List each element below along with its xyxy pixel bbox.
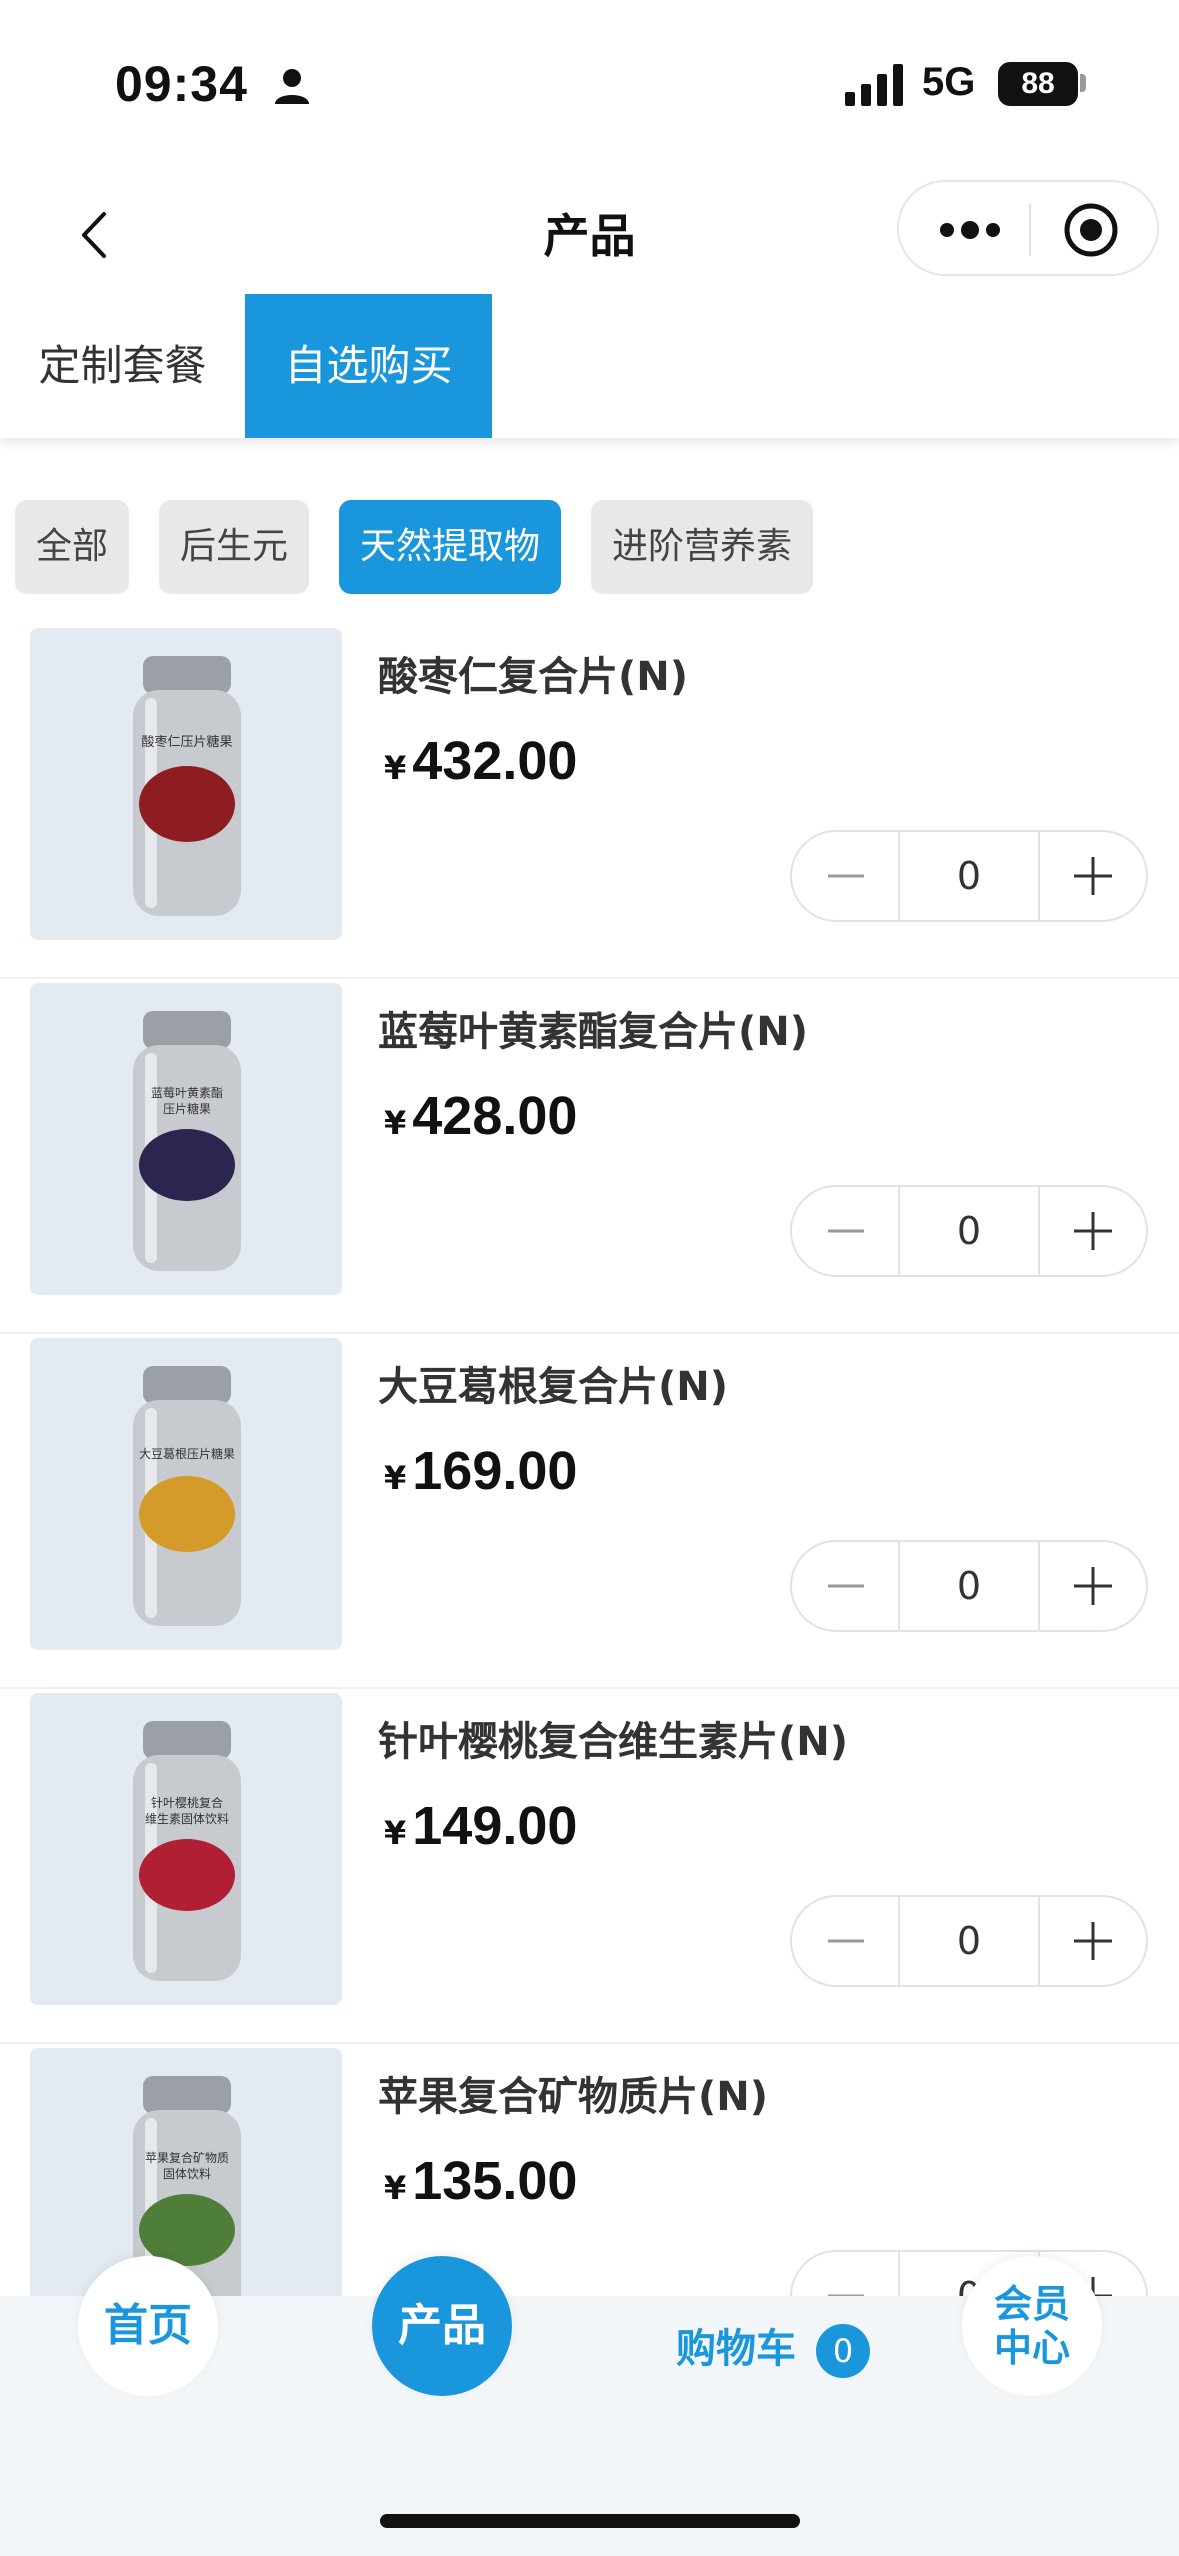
quantity-stepper: 0 — [790, 1185, 1148, 1277]
category-chips: 全部 后生元 天然提取物 进阶营养素 — [0, 500, 1179, 596]
tab-products[interactable]: 产品 — [372, 2256, 512, 2396]
price-value: 149.00 — [412, 1796, 578, 1856]
bottle-icon: 大豆葛根压片糖果 — [133, 1366, 241, 1626]
product-name: 酸枣仁复合片(N) — [378, 654, 689, 700]
quantity-stepper: 0 — [790, 1540, 1148, 1632]
product-name: 苹果复合矿物质片(N) — [378, 2074, 769, 2120]
price-value: 428.00 — [412, 1086, 578, 1146]
product-row: 蓝莓叶黄素酯 压片糖果 蓝莓叶黄素酯复合片(N) ¥428.00 0 — [0, 979, 1179, 1334]
product-list: 酸枣仁压片糖果 酸枣仁复合片(N) ¥432.00 0 蓝莓叶黄素酯 压片糖果 — [0, 620, 1179, 2296]
price-value: 169.00 — [412, 1441, 578, 1501]
plus-icon[interactable] — [1040, 1542, 1146, 1630]
close-target-icon[interactable] — [1061, 200, 1121, 260]
product-row: 大豆葛根压片糖果 大豆葛根复合片(N) ¥169.00 0 — [0, 1334, 1179, 1689]
tab-custom-package[interactable]: 定制套餐 — [0, 294, 245, 438]
chip-all[interactable]: 全部 — [15, 500, 129, 594]
currency-symbol: ¥ — [384, 1814, 407, 1852]
minus-icon[interactable] — [792, 832, 898, 920]
plus-icon[interactable] — [1040, 832, 1146, 920]
bottle-icon: 针叶樱桃复合 维生素固体饮料 — [133, 1721, 241, 1981]
plus-icon[interactable] — [1040, 1187, 1146, 1275]
bottle-label-text: 固体饮料 — [163, 2167, 211, 2181]
product-name: 蓝莓叶黄素酯复合片(N) — [378, 1009, 809, 1055]
nav-bar: 产品 — [0, 170, 1179, 290]
bottle-label-text: 压片糖果 — [163, 1101, 211, 1116]
tab-home[interactable]: 首页 — [78, 2256, 218, 2396]
currency-symbol: ¥ — [384, 1459, 407, 1497]
product-image[interactable]: 针叶樱桃复合 维生素固体饮料 — [30, 1693, 342, 2005]
status-bar: 09:34 5G 88 — [0, 0, 1179, 170]
product-image[interactable]: 蓝莓叶黄素酯 压片糖果 — [30, 983, 342, 1295]
product-price: ¥149.00 — [384, 1795, 577, 1857]
minus-icon[interactable] — [792, 1897, 898, 1985]
product-image[interactable]: 大豆葛根压片糖果 — [30, 1338, 342, 1650]
capsule-divider — [1029, 204, 1031, 256]
tab-products-label: 产品 — [398, 2300, 486, 2351]
battery-icon: 88 — [998, 62, 1078, 106]
miniprogram-capsule — [897, 180, 1159, 276]
quantity-value[interactable]: 0 — [898, 832, 1040, 920]
bottle-icon: 酸枣仁压片糖果 — [133, 656, 241, 916]
chip-postbiotics[interactable]: 后生元 — [159, 500, 309, 594]
quantity-value[interactable]: 0 — [898, 1187, 1040, 1275]
status-time: 09:34 — [115, 56, 248, 112]
tab-self-select[interactable]: 自选购买 — [245, 294, 492, 438]
bottle-label-text: 大豆葛根压片糖果 — [139, 1446, 235, 1461]
bottle-label-text: 酸枣仁压片糖果 — [141, 734, 232, 750]
quantity-value[interactable]: 0 — [898, 1897, 1040, 1985]
bottle-icon: 蓝莓叶黄素酯 压片糖果 — [133, 1011, 241, 1271]
tab-member-center[interactable]: 会员 中心 — [962, 2256, 1102, 2396]
product-price: ¥135.00 — [384, 2150, 577, 2212]
quantity-stepper: 0 — [790, 830, 1148, 922]
bottle-label-text: 针叶樱桃复合 — [151, 1795, 223, 1810]
product-price: ¥428.00 — [384, 1085, 577, 1147]
product-name: 大豆葛根复合片(N) — [378, 1364, 729, 1410]
main-tabs: 定制套餐 自选购买 — [0, 294, 1179, 438]
battery-tip — [1080, 74, 1086, 92]
bottle-label-text: 维生素固体饮料 — [145, 1812, 229, 1826]
price-value: 432.00 — [412, 731, 578, 791]
signal-icon — [845, 64, 903, 106]
network-label: 5G — [922, 60, 976, 104]
home-indicator — [380, 2514, 800, 2528]
quantity-stepper: 0 — [790, 1895, 1148, 1987]
tab-member-line1: 会员 — [993, 2282, 1070, 2326]
currency-symbol: ¥ — [384, 2169, 407, 2207]
plus-icon[interactable] — [1040, 1897, 1146, 1985]
price-value: 135.00 — [412, 2151, 578, 2211]
tab-cart[interactable]: 购物车 — [676, 2316, 796, 2374]
product-row: 针叶樱桃复合 维生素固体饮料 针叶樱桃复合维生素片(N) ¥149.00 0 — [0, 1689, 1179, 2044]
tab-member-line2: 中心 — [993, 2326, 1070, 2370]
product-image[interactable]: 酸枣仁压片糖果 — [30, 628, 342, 940]
chip-natural-extracts[interactable]: 天然提取物 — [339, 500, 561, 594]
product-price: ¥432.00 — [384, 730, 577, 792]
currency-symbol: ¥ — [384, 749, 407, 787]
minus-icon[interactable] — [792, 1542, 898, 1630]
more-icon[interactable] — [935, 210, 1005, 250]
bottle-label-text: 苹果复合矿物质 — [145, 2150, 229, 2165]
bottle-label-text: 蓝莓叶黄素酯 — [151, 1086, 223, 1100]
product-name: 针叶樱桃复合维生素片(N) — [378, 1719, 849, 1765]
product-row: 酸枣仁压片糖果 酸枣仁复合片(N) ¥432.00 0 — [0, 624, 1179, 979]
minus-icon[interactable] — [792, 1187, 898, 1275]
product-price: ¥169.00 — [384, 1440, 577, 1502]
chip-advanced-nutrients[interactable]: 进阶营养素 — [591, 500, 813, 594]
tab-home-label: 首页 — [104, 2300, 192, 2351]
cart-count-badge: 0 — [816, 2324, 870, 2378]
minus-icon[interactable] — [792, 2252, 898, 2296]
currency-symbol: ¥ — [384, 1104, 407, 1142]
quantity-value[interactable]: 0 — [898, 1542, 1040, 1630]
tab-member-label: 会员 中心 — [962, 2256, 1102, 2396]
person-icon — [275, 69, 309, 104]
